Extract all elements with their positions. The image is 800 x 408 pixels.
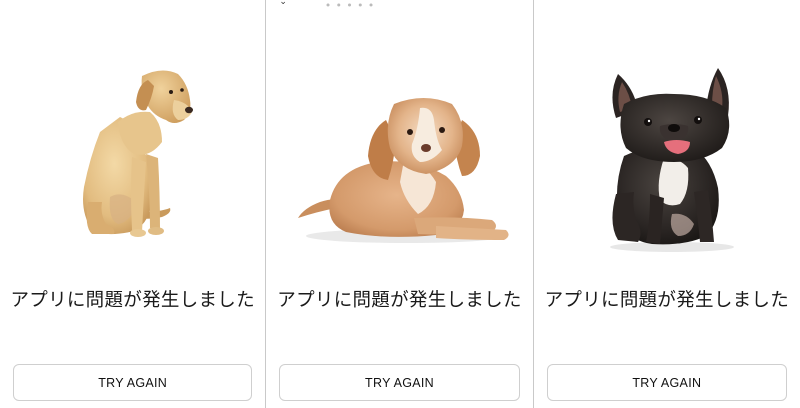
try-again-button[interactable]: TRY AGAIN	[279, 364, 520, 401]
error-screen-panel-3: アプリに問題が発生しました TRY AGAIN	[533, 0, 800, 408]
dots-decoration: ● ● ● ● ●	[326, 2, 376, 7]
error-message: アプリに問題が発生しました	[544, 290, 790, 311]
error-screen-panel-2: ⌄ ● ● ● ● ● アプリに問題が発生しました TRY AGAIN	[266, 0, 533, 408]
labrador-dog-image	[83, 70, 193, 237]
chevron-down-icon: ⌄	[279, 0, 287, 7]
cavapoo-dog-image	[298, 98, 509, 243]
error-screens-row: アプリに問題が発生しました TRY AGAIN ⌄ ● ● ● ● ● アプリに…	[0, 0, 800, 408]
try-again-button[interactable]: TRY AGAIN	[546, 364, 787, 401]
status-bar-fragment: ⌄ ● ● ● ● ●	[266, 0, 532, 8]
french-bulldog-image	[609, 68, 734, 252]
error-screen-panel-1: アプリに問題が発生しました TRY AGAIN	[0, 0, 266, 408]
error-message: アプリに問題が発生しました	[277, 290, 522, 311]
error-message: アプリに問題が発生しました	[10, 290, 255, 311]
try-again-button[interactable]: TRY AGAIN	[13, 364, 253, 401]
